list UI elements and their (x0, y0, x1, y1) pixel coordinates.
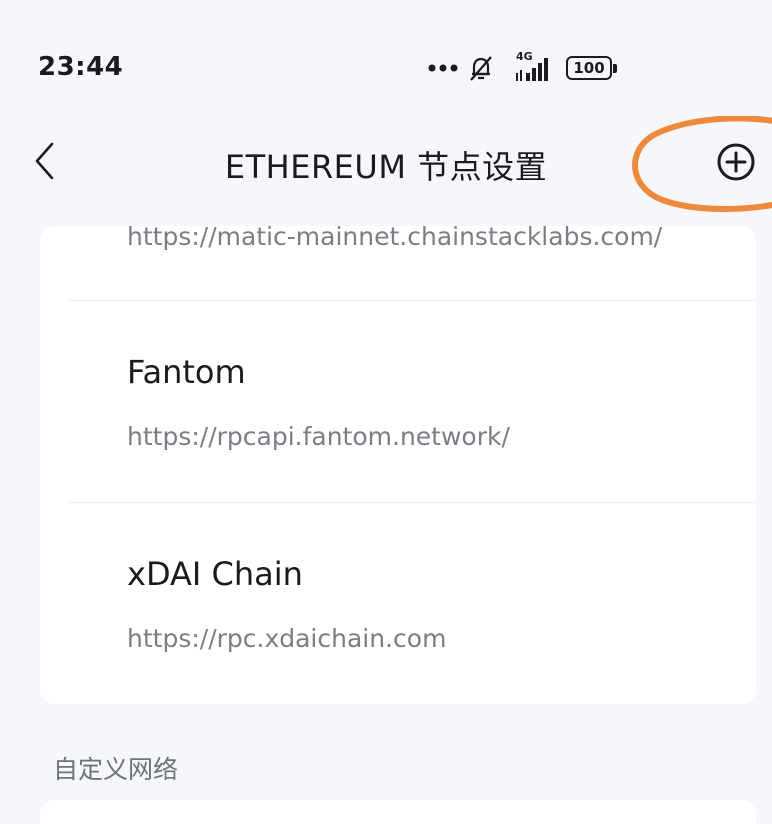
status-time: 23:44 (38, 52, 124, 82)
node-item-fantom[interactable]: Fantom https://rpcapi.fantom.network/ (40, 301, 756, 502)
screen: 23:44 4G 100 ETHEREUM 节点设置 https://matic… (0, 0, 772, 824)
node-url: https://rpcapi.fantom.network/ (127, 422, 510, 451)
nav-header: ETHEREUM 节点设置 (0, 120, 772, 200)
status-icons: 4G 100 (428, 50, 617, 86)
signal-icon: 4G (514, 50, 552, 83)
node-list-card: https://matic-mainnet.chainstacklabs.com… (40, 226, 756, 704)
node-url: https://matic-mainnet.chainstacklabs.com… (127, 226, 663, 251)
node-name: xDAI Chain (127, 555, 303, 593)
custom-network-card (40, 800, 756, 824)
battery-level: 100 (573, 58, 605, 77)
section-title-custom-network: 自定义网络 (53, 755, 179, 784)
node-item-matic[interactable]: https://matic-mainnet.chainstacklabs.com… (40, 226, 756, 302)
bell-muted-icon (466, 53, 496, 83)
node-item-xdai[interactable]: xDAI Chain https://rpc.xdaichain.com (40, 503, 756, 704)
more-dots-icon (428, 63, 458, 73)
node-url: https://rpc.xdaichain.com (127, 624, 447, 653)
status-bar: 23:44 4G 100 (0, 0, 772, 140)
network-label: 4G (516, 50, 533, 63)
page-title: ETHEREUM 节点设置 (224, 148, 548, 186)
node-name: Fantom (127, 353, 246, 391)
add-node-button[interactable] (712, 138, 760, 186)
plus-circle-icon (717, 143, 755, 181)
battery-nub (613, 64, 617, 73)
battery-icon: 100 (566, 56, 617, 80)
